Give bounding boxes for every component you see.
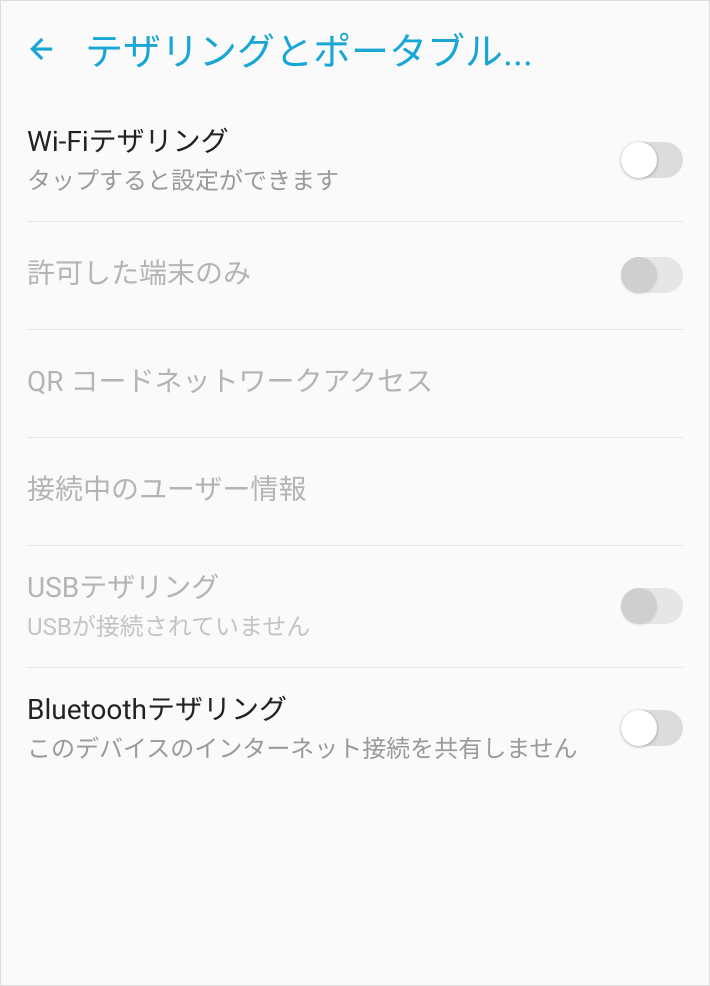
row-qr-code-network-access: QR コードネットワークアクセス <box>27 330 683 438</box>
row-title: USBテザリング <box>27 568 605 607</box>
row-wifi-tethering[interactable]: Wi-Fiテザリング タップすると設定ができます <box>27 100 683 222</box>
page-title: テザリングとポータブル... <box>85 21 689 76</box>
header: テザリングとポータブル... <box>1 1 709 100</box>
row-title: QR コードネットワークアクセス <box>27 362 683 401</box>
toggle-knob <box>621 588 657 624</box>
row-title: Bluetoothテザリング <box>27 690 605 729</box>
toggle-knob <box>621 257 657 293</box>
row-usb-tethering: USBテザリング USBが接続されていません <box>27 546 683 668</box>
toggle-wifi-tethering[interactable] <box>621 142 683 178</box>
back-icon[interactable] <box>21 29 61 69</box>
settings-list: Wi-Fiテザリング タップすると設定ができます 許可した端末のみ QR コード… <box>1 100 709 788</box>
row-title: 許可した端末のみ <box>27 254 605 293</box>
toggle-knob <box>621 710 657 746</box>
toggle-bluetooth-tethering[interactable] <box>621 710 683 746</box>
row-title: 接続中のユーザー情報 <box>27 470 683 509</box>
row-allowed-devices-only: 許可した端末のみ <box>27 222 683 330</box>
row-bluetooth-tethering[interactable]: Bluetoothテザリング このデバイスのインターネット接続を共有しません <box>27 668 683 789</box>
row-subtitle: USBが接続されていません <box>27 611 605 645</box>
toggle-allowed-devices-only <box>621 257 683 293</box>
row-subtitle: タップすると設定ができます <box>27 165 605 199</box>
row-title: Wi-Fiテザリング <box>27 122 605 161</box>
toggle-knob <box>621 142 657 178</box>
row-subtitle: このデバイスのインターネット接続を共有しません <box>27 733 605 767</box>
toggle-usb-tethering <box>621 588 683 624</box>
row-connected-user-info: 接続中のユーザー情報 <box>27 438 683 546</box>
